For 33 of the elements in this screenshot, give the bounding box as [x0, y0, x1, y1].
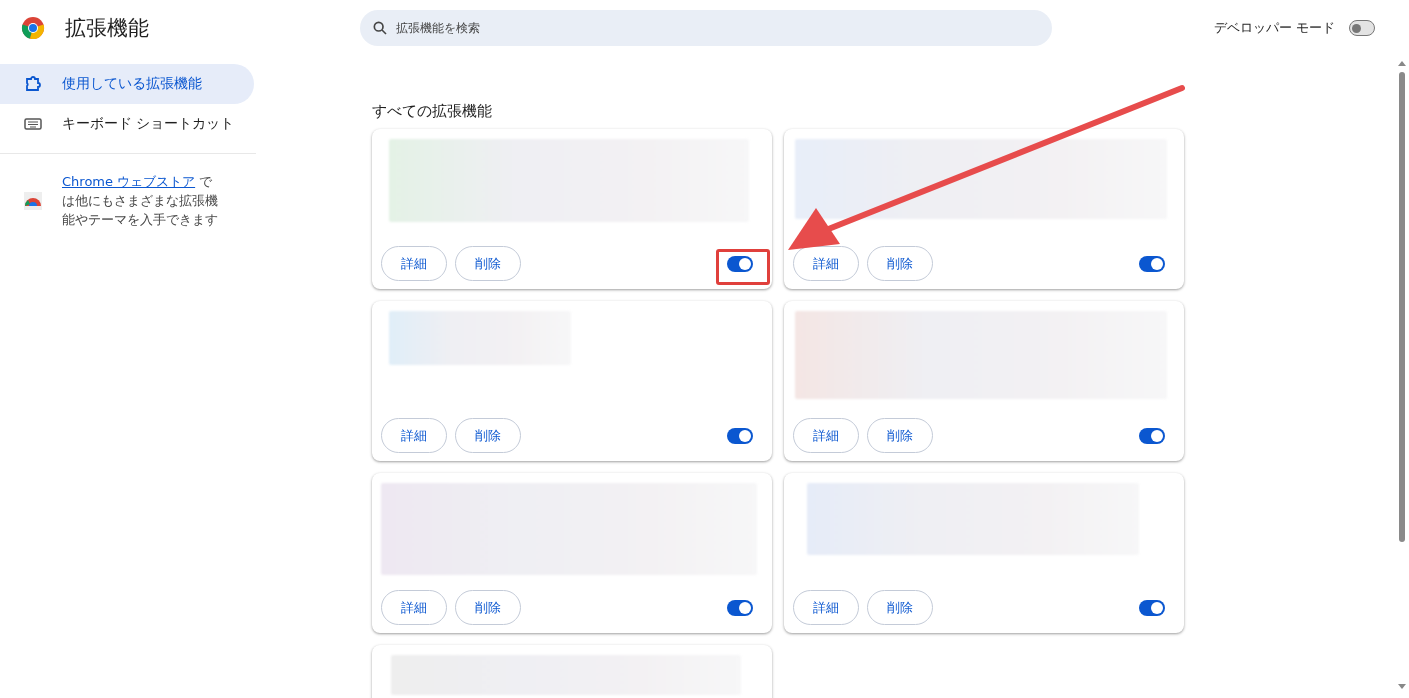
extension-toggle[interactable]: [1139, 255, 1165, 272]
details-button[interactable]: 詳細: [793, 590, 859, 625]
remove-button[interactable]: 削除: [455, 590, 521, 625]
remove-button[interactable]: 削除: [455, 246, 521, 281]
search-input[interactable]: 拡張機能を検索: [394, 20, 1040, 36]
section-title: すべての拡張機能: [372, 102, 493, 121]
sidebar-item[interactable]: 使用している拡張機能: [0, 64, 254, 104]
page-title: 拡張機能: [65, 15, 149, 42]
developer-mode-label: デベロッパー モード: [1213, 19, 1335, 37]
search-bar[interactable]: 拡張機能を検索: [360, 10, 1052, 46]
details-button[interactable]: 詳細: [381, 418, 447, 453]
details-button[interactable]: 詳細: [793, 418, 859, 453]
details-button[interactable]: 詳細: [381, 246, 447, 281]
remove-button[interactable]: 削除: [867, 590, 933, 625]
extension-toggle[interactable]: [727, 255, 753, 272]
puzzle-icon: [24, 75, 42, 93]
developer-mode-toggle[interactable]: [1349, 20, 1375, 36]
extension-toggle[interactable]: [727, 427, 753, 444]
sidebar-item[interactable]: キーボード ショートカット: [0, 104, 254, 144]
search-icon: [372, 20, 388, 36]
web-store-note: Chrome ウェブストア では他にもさまざまな拡張機能やテーマを入手できます: [62, 173, 219, 229]
remove-button[interactable]: 削除: [455, 418, 521, 453]
details-button[interactable]: 詳細: [793, 246, 859, 281]
web-store-icon: [24, 191, 42, 210]
chrome-logo-icon: [21, 16, 45, 40]
extension-toggle[interactable]: [727, 599, 753, 616]
remove-button[interactable]: 削除: [867, 246, 933, 281]
details-button[interactable]: 詳細: [381, 590, 447, 625]
keyboard-icon: [24, 117, 42, 131]
remove-button[interactable]: 削除: [867, 418, 933, 453]
web-store-link[interactable]: Chrome ウェブストア: [62, 174, 196, 189]
extension-toggle[interactable]: [1139, 427, 1165, 444]
extension-toggle[interactable]: [1139, 599, 1165, 616]
